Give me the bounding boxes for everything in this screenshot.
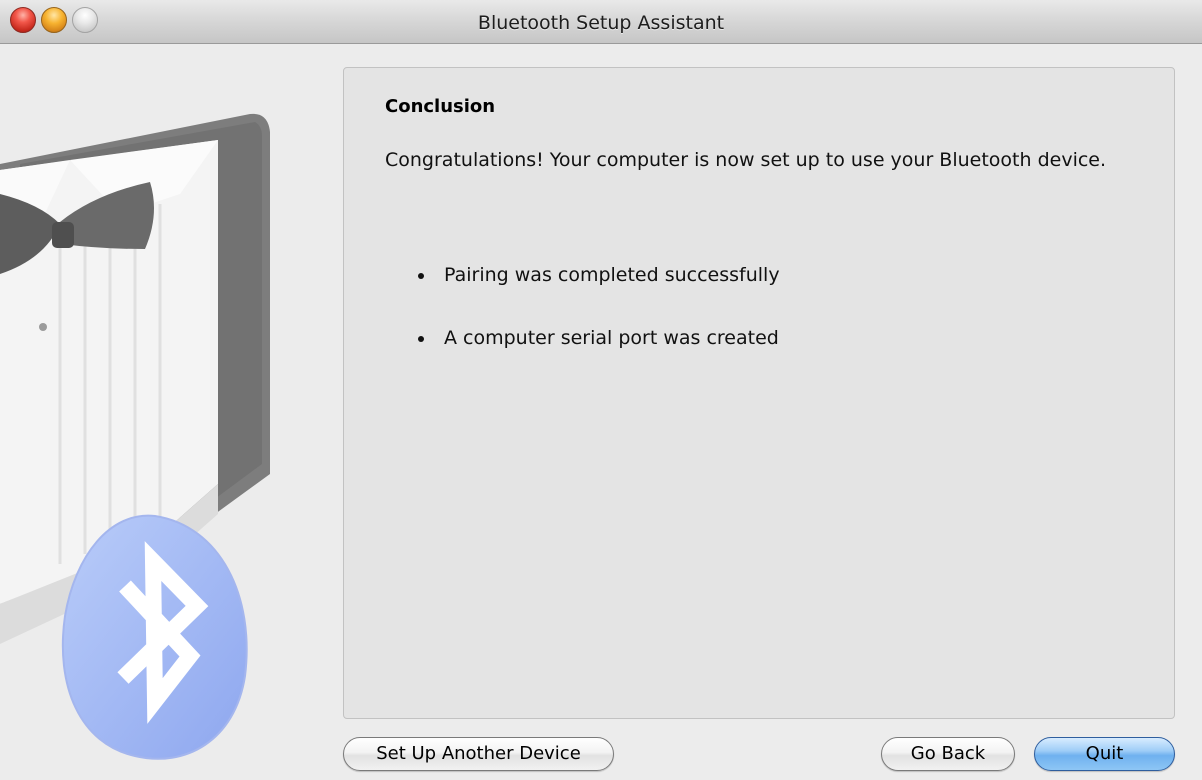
go-back-button[interactable]: Go Back [881,737,1015,771]
set-up-another-device-button[interactable]: Set Up Another Device [343,737,614,771]
tuxedo-illustration [0,44,340,780]
list-item-label: A computer serial port was created [444,327,779,349]
list-item: Pairing was completed successfully [414,261,780,290]
panel-heading: Conclusion [385,96,496,117]
bluetooth-icon [61,514,248,760]
list-item: A computer serial port was created [414,324,780,353]
setup-assistant-window: Bluetooth Setup Assistant Conclusion Con… [0,0,1202,780]
result-list: Pairing was completed successfully A com… [414,261,780,387]
window-title: Bluetooth Setup Assistant [477,12,725,34]
bullet-icon [418,273,424,279]
title-bar[interactable]: Bluetooth Setup Assistant [0,0,1202,44]
panel-message: Congratulations! Your computer is now se… [385,149,1107,171]
bullet-icon [418,336,424,342]
quit-button[interactable]: Quit [1034,737,1175,771]
content-panel: Conclusion Congratulations! Your compute… [343,67,1175,719]
list-item-label: Pairing was completed successfully [444,264,780,286]
